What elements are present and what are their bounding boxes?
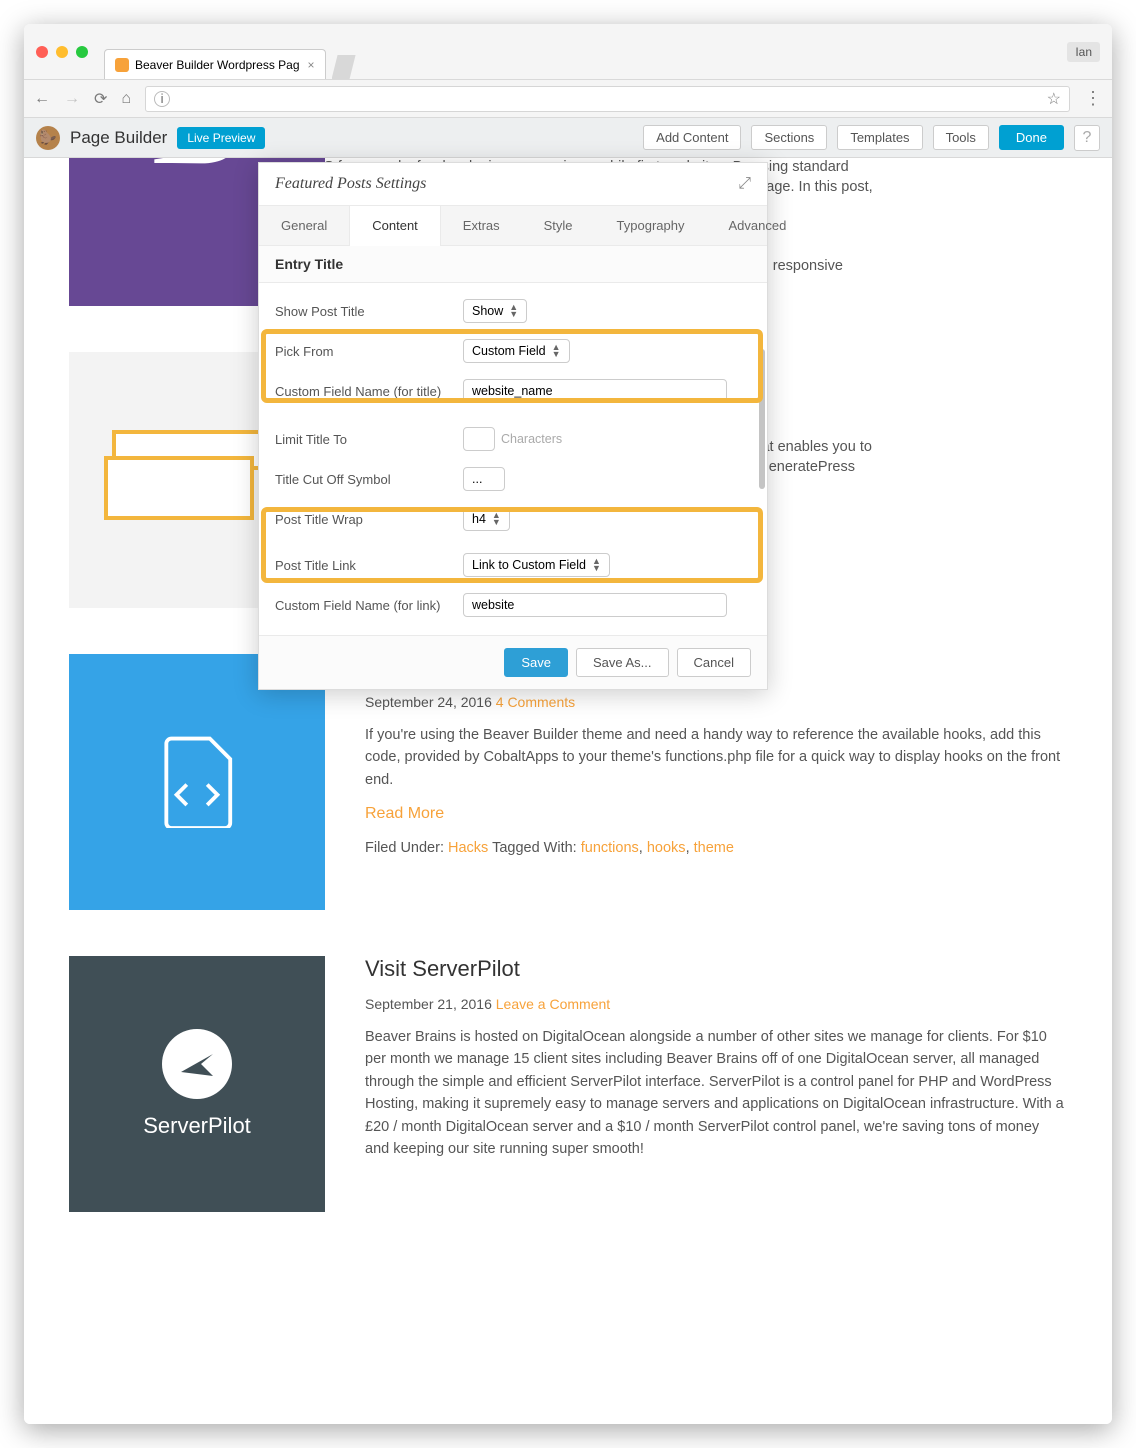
chrome-tab-strip: Beaver Builder Wordpress Pag × Ian <box>24 24 1112 80</box>
chevrons-icon: ▲▼ <box>509 304 518 318</box>
app-title: Page Builder <box>70 128 167 148</box>
post-excerpt: If you're using the Beaver Builder theme… <box>365 724 1067 791</box>
sections-button[interactable]: Sections <box>751 125 827 150</box>
forward-icon: → <box>64 90 80 108</box>
setting-label: Post Title Link <box>275 558 463 573</box>
comments-link[interactable]: 4 Comments <box>496 694 575 710</box>
expand-icon[interactable]: ⤢ <box>738 175 751 193</box>
favicon-icon <box>115 58 129 72</box>
custom-field-link-input[interactable] <box>463 593 727 617</box>
tag-link[interactable]: functions <box>581 840 639 856</box>
new-tab-icon[interactable] <box>332 55 356 79</box>
setting-label: Title Cut Off Symbol <box>275 472 463 487</box>
category-link[interactable]: Hacks <box>448 840 488 856</box>
live-preview-button[interactable]: Live Preview <box>177 127 265 149</box>
setting-label: Show Post Title <box>275 304 463 319</box>
post-thumbnail <box>69 654 325 910</box>
chrome-toolbar: ← → ⟳ ⌂ i ☆ ⋮ <box>24 80 1112 118</box>
tab-general[interactable]: General <box>259 206 349 245</box>
reload-icon[interactable]: ⟳ <box>94 89 107 109</box>
templates-button[interactable]: Templates <box>837 125 922 150</box>
post-body: Visit ServerPilot September 21, 2016 Lea… <box>365 956 1067 1212</box>
settings-modal: Featured Posts Settings ⤢ General Conten… <box>258 162 768 690</box>
setting-label: Custom Field Name (for link) <box>275 598 463 613</box>
cutoff-symbol-input[interactable] <box>463 467 505 491</box>
comments-link[interactable]: Leave a Comment <box>496 996 610 1012</box>
setting-label: Limit Title To <box>275 432 463 447</box>
window-close-icon[interactable] <box>36 46 48 58</box>
tab-advanced[interactable]: Advanced <box>706 206 808 245</box>
home-icon[interactable]: ⌂ <box>121 90 131 108</box>
back-icon[interactable]: ← <box>34 90 50 108</box>
chevrons-icon: ▲▼ <box>592 558 601 572</box>
modal-tabs: General Content Extras Style Typography … <box>259 206 767 246</box>
pick-from-select[interactable]: Custom Field▲▼ <box>463 339 570 363</box>
tab-extras[interactable]: Extras <box>441 206 522 245</box>
post-body: View on Github September 24, 2016 4 Comm… <box>365 654 1067 910</box>
modal-title: Featured Posts Settings <box>275 175 426 193</box>
help-icon[interactable]: ? <box>1074 125 1100 151</box>
title-wrap-select[interactable]: h4▲▼ <box>463 507 510 531</box>
setting-label: Custom Field Name (for title) <box>275 384 463 399</box>
limit-title-input[interactable] <box>463 427 495 451</box>
tools-button[interactable]: Tools <box>933 125 989 150</box>
traffic-lights <box>36 46 88 58</box>
bookmark-star-icon[interactable]: ☆ <box>1047 89 1061 109</box>
tag-link[interactable]: theme <box>694 840 734 856</box>
chevrons-icon: ▲▼ <box>552 344 561 358</box>
profile-badge[interactable]: Ian <box>1067 42 1100 62</box>
tab-content[interactable]: Content <box>349 206 441 246</box>
window-minimize-icon[interactable] <box>56 46 68 58</box>
modal-header: Featured Posts Settings ⤢ <box>259 163 767 206</box>
hint-text: Characters <box>501 432 562 446</box>
custom-field-title-input[interactable] <box>463 379 727 403</box>
serverpilot-logo-icon <box>162 1029 232 1099</box>
browser-tab[interactable]: Beaver Builder Wordpress Pag × <box>104 49 326 79</box>
address-bar[interactable]: i ☆ <box>145 86 1070 112</box>
post-title[interactable]: Visit ServerPilot <box>365 956 1067 982</box>
window-zoom-icon[interactable] <box>76 46 88 58</box>
serverpilot-logo-text: ServerPilot <box>143 1113 251 1139</box>
kebab-menu-icon[interactable]: ⋮ <box>1084 88 1102 109</box>
post-meta: September 24, 2016 4 Comments <box>365 694 1067 710</box>
cancel-button[interactable]: Cancel <box>677 648 751 677</box>
setting-label: Pick From <box>275 344 463 359</box>
save-button[interactable]: Save <box>504 648 568 677</box>
tab-close-icon[interactable]: × <box>308 58 315 72</box>
tab-title: Beaver Builder Wordpress Pag <box>135 58 300 72</box>
post-meta: September 21, 2016 Leave a Comment <box>365 996 1067 1012</box>
read-more-link[interactable]: Read More <box>365 805 444 822</box>
scrollbar[interactable] <box>759 349 765 489</box>
post-taxonomy: Filed Under: Hacks Tagged With: function… <box>365 837 1067 859</box>
modal-footer: Save Save As... Cancel <box>259 635 767 689</box>
post-excerpt: Beaver Brains is hosted on DigitalOcean … <box>365 1026 1067 1161</box>
post-date: September 24, 2016 <box>365 694 492 710</box>
post-date: September 21, 2016 <box>365 996 492 1012</box>
setting-label: Post Title Wrap <box>275 512 463 527</box>
section-heading: Entry Title <box>259 246 767 283</box>
show-post-title-select[interactable]: Show▲▼ <box>463 299 527 323</box>
save-as-button[interactable]: Save As... <box>576 648 669 677</box>
app-toolbar: 🦫 Page Builder Live Preview Add Content … <box>24 118 1112 158</box>
done-button[interactable]: Done <box>999 125 1064 150</box>
beaver-logo-icon: 🦫 <box>36 126 60 150</box>
browser-window: Beaver Builder Wordpress Pag × Ian ← → ⟳… <box>24 24 1112 1424</box>
chevrons-icon: ▲▼ <box>492 512 501 526</box>
tag-link[interactable]: responsive <box>773 258 843 274</box>
tab-style[interactable]: Style <box>522 206 595 245</box>
post-thumbnail: ServerPilot <box>69 956 325 1212</box>
tab-typography[interactable]: Typography <box>595 206 707 245</box>
tag-link[interactable]: hooks <box>647 840 686 856</box>
add-content-button[interactable]: Add Content <box>643 125 741 150</box>
title-link-select[interactable]: Link to Custom Field▲▼ <box>463 553 610 577</box>
modal-body: Show Post Title Show▲▼ Pick From Custom … <box>259 283 767 635</box>
site-info-icon[interactable]: i <box>154 91 170 107</box>
code-file-icon <box>158 736 236 828</box>
